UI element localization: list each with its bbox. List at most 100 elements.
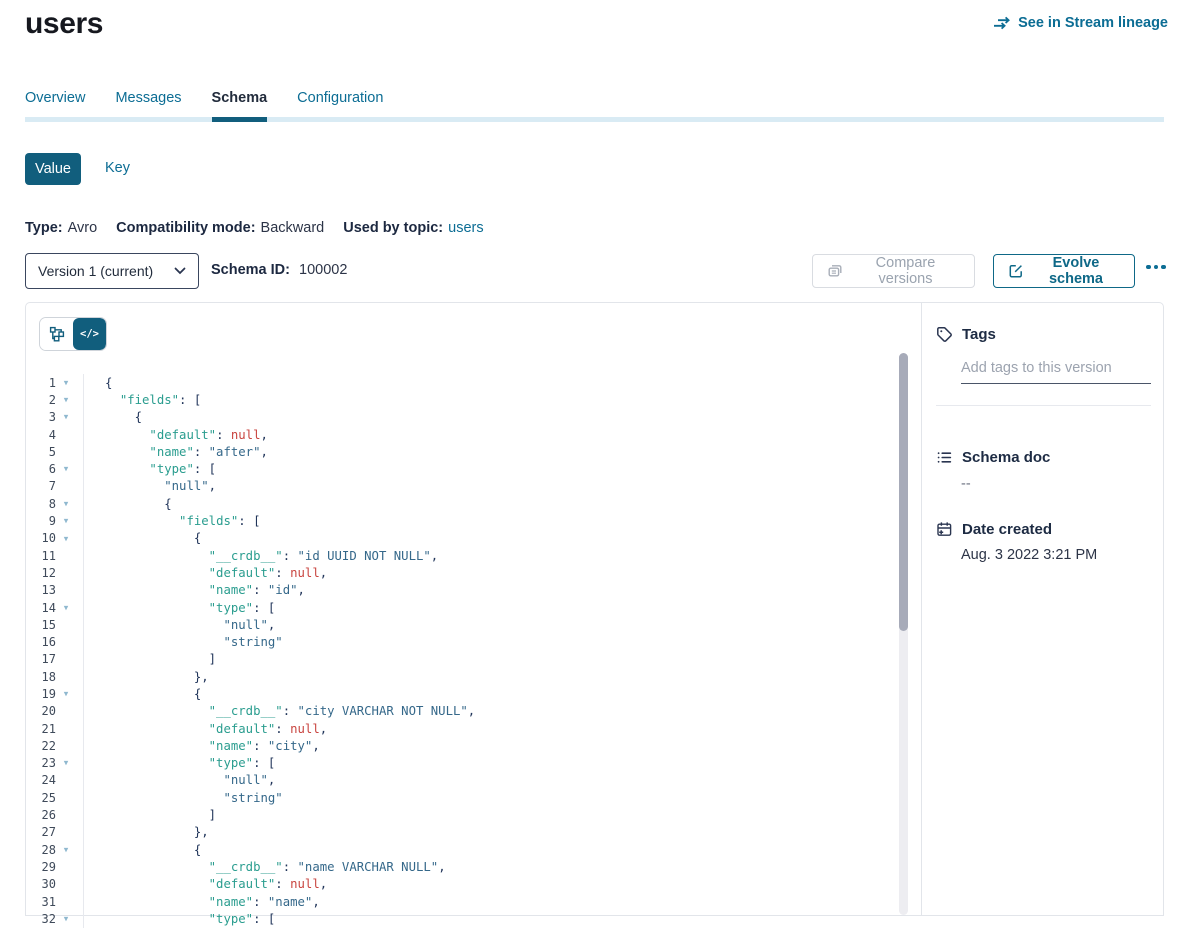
evolve-schema-button[interactable]: Evolve schema	[993, 254, 1135, 288]
token-s: "city"	[268, 739, 312, 753]
editor-gutter: 30	[26, 876, 84, 893]
fold-arrow-icon[interactable]: ▼	[56, 465, 76, 473]
token-p: },	[194, 825, 209, 839]
fold-arrow-icon[interactable]: ▼	[56, 535, 76, 543]
fold-arrow-icon[interactable]: ▼	[56, 604, 76, 612]
code-line: 1▼{	[26, 374, 900, 391]
code-text: "__crdb__": "city VARCHAR NOT NULL",	[84, 704, 475, 718]
type-value: Avro	[68, 220, 98, 236]
more-options-icon	[1146, 265, 1151, 270]
tags-input[interactable]	[961, 360, 1151, 384]
calendar-plus-icon	[936, 521, 953, 538]
line-number: 3	[26, 410, 56, 424]
editor-gutter: 19▼	[26, 685, 84, 702]
schema-id-label: Schema ID:	[211, 262, 290, 278]
token-k: "type"	[209, 756, 253, 770]
line-number: 30	[26, 877, 56, 891]
token-p: {	[164, 497, 171, 511]
token-p: ,	[209, 479, 216, 493]
line-number: 19	[26, 687, 56, 701]
code-view-icon: </>	[80, 328, 99, 340]
line-number: 23	[26, 756, 56, 770]
line-number: 27	[26, 825, 56, 839]
code-text: "default": null,	[84, 722, 327, 736]
fold-arrow-icon[interactable]: ▼	[56, 413, 76, 421]
fold-arrow-icon[interactable]: ▼	[56, 500, 76, 508]
tab-configuration[interactable]: Configuration	[297, 90, 383, 110]
code-line: 11 "__crdb__": "id UUID NOT NULL",	[26, 547, 900, 564]
line-number: 29	[26, 860, 56, 874]
fold-arrow-icon[interactable]: ▼	[56, 690, 76, 698]
code-line: 7 "null",	[26, 478, 900, 495]
token-p: ,	[320, 566, 327, 580]
type-label: Type:	[25, 220, 63, 236]
version-select[interactable]: Version 1 (current)	[25, 253, 199, 289]
line-number: 25	[26, 791, 56, 805]
token-p: :	[283, 860, 298, 874]
code-line: 14▼ "type": [	[26, 599, 900, 616]
date-created-header: Date created	[936, 521, 1151, 538]
token-k: "name"	[209, 895, 253, 909]
tags-section-header: Tags	[936, 326, 1151, 343]
tag-icon	[936, 326, 953, 343]
date-created-value: Aug. 3 2022 3:21 PM	[961, 547, 1151, 563]
code-view-button[interactable]: </>	[73, 318, 106, 350]
fold-arrow-icon[interactable]: ▼	[56, 915, 76, 923]
code-line: 8▼ {	[26, 495, 900, 512]
token-p: :	[283, 549, 298, 563]
fold-arrow-icon[interactable]: ▼	[56, 379, 76, 387]
token-s: "after"	[209, 445, 261, 459]
code-text: "default": null,	[84, 428, 268, 442]
line-number: 17	[26, 652, 56, 666]
compare-versions-button[interactable]: Compare versions	[812, 254, 975, 288]
editor-gutter: 6▼	[26, 460, 84, 477]
line-number: 7	[26, 479, 56, 493]
line-number: 5	[26, 445, 56, 459]
token-s: "id UUID NOT NULL"	[298, 549, 431, 563]
editor-scrollbar-thumb[interactable]	[899, 353, 908, 631]
fold-arrow-icon[interactable]: ▼	[56, 759, 76, 767]
code-text: "null",	[84, 773, 275, 787]
code-line: 18 },	[26, 668, 900, 685]
stream-lineage-link[interactable]: See in Stream lineage	[993, 15, 1168, 31]
tree-view-button[interactable]	[40, 318, 73, 350]
token-k: "type"	[149, 462, 193, 476]
value-toggle-button[interactable]: Value	[25, 153, 81, 185]
code-text: "type": [	[84, 912, 275, 926]
editor-gutter: 23▼	[26, 755, 84, 772]
token-p: :	[283, 704, 298, 718]
token-p: ,	[312, 739, 319, 753]
token-p: },	[194, 670, 209, 684]
code-text: "name": "name",	[84, 895, 320, 909]
fold-arrow-icon[interactable]: ▼	[56, 517, 76, 525]
token-p: :	[253, 583, 268, 597]
line-number: 11	[26, 549, 56, 563]
more-options-button[interactable]	[1146, 258, 1174, 276]
code-line: 13 "name": "id",	[26, 582, 900, 599]
editor-gutter: 28▼	[26, 841, 84, 858]
code-text: ]	[84, 808, 216, 822]
line-number: 9	[26, 514, 56, 528]
tab-schema[interactable]: Schema	[212, 90, 268, 110]
topic-link[interactable]: users	[448, 220, 483, 236]
editor-gutter: 8▼	[26, 495, 84, 512]
editor-gutter: 9▼	[26, 512, 84, 529]
token-k: "__crdb__"	[209, 704, 283, 718]
tab-overview[interactable]: Overview	[25, 90, 85, 110]
token-p: ,	[261, 428, 268, 442]
key-toggle-button[interactable]: Key	[105, 160, 130, 176]
line-number: 2	[26, 393, 56, 407]
token-p: : [	[253, 601, 275, 615]
code-text: "__crdb__": "name VARCHAR NULL",	[84, 860, 446, 874]
fold-arrow-icon[interactable]: ▼	[56, 396, 76, 404]
fold-arrow-icon[interactable]: ▼	[56, 846, 76, 854]
token-p: :	[253, 895, 268, 909]
used-by-topic-label: Used by topic:	[343, 220, 443, 236]
editor-gutter: 10▼	[26, 530, 84, 547]
editor-gutter: 13	[26, 582, 84, 599]
token-p: :	[194, 445, 209, 459]
schema-doc-title: Schema doc	[962, 449, 1050, 466]
tab-messages[interactable]: Messages	[115, 90, 181, 110]
code-text: {	[84, 497, 172, 511]
token-p: : [	[194, 462, 216, 476]
